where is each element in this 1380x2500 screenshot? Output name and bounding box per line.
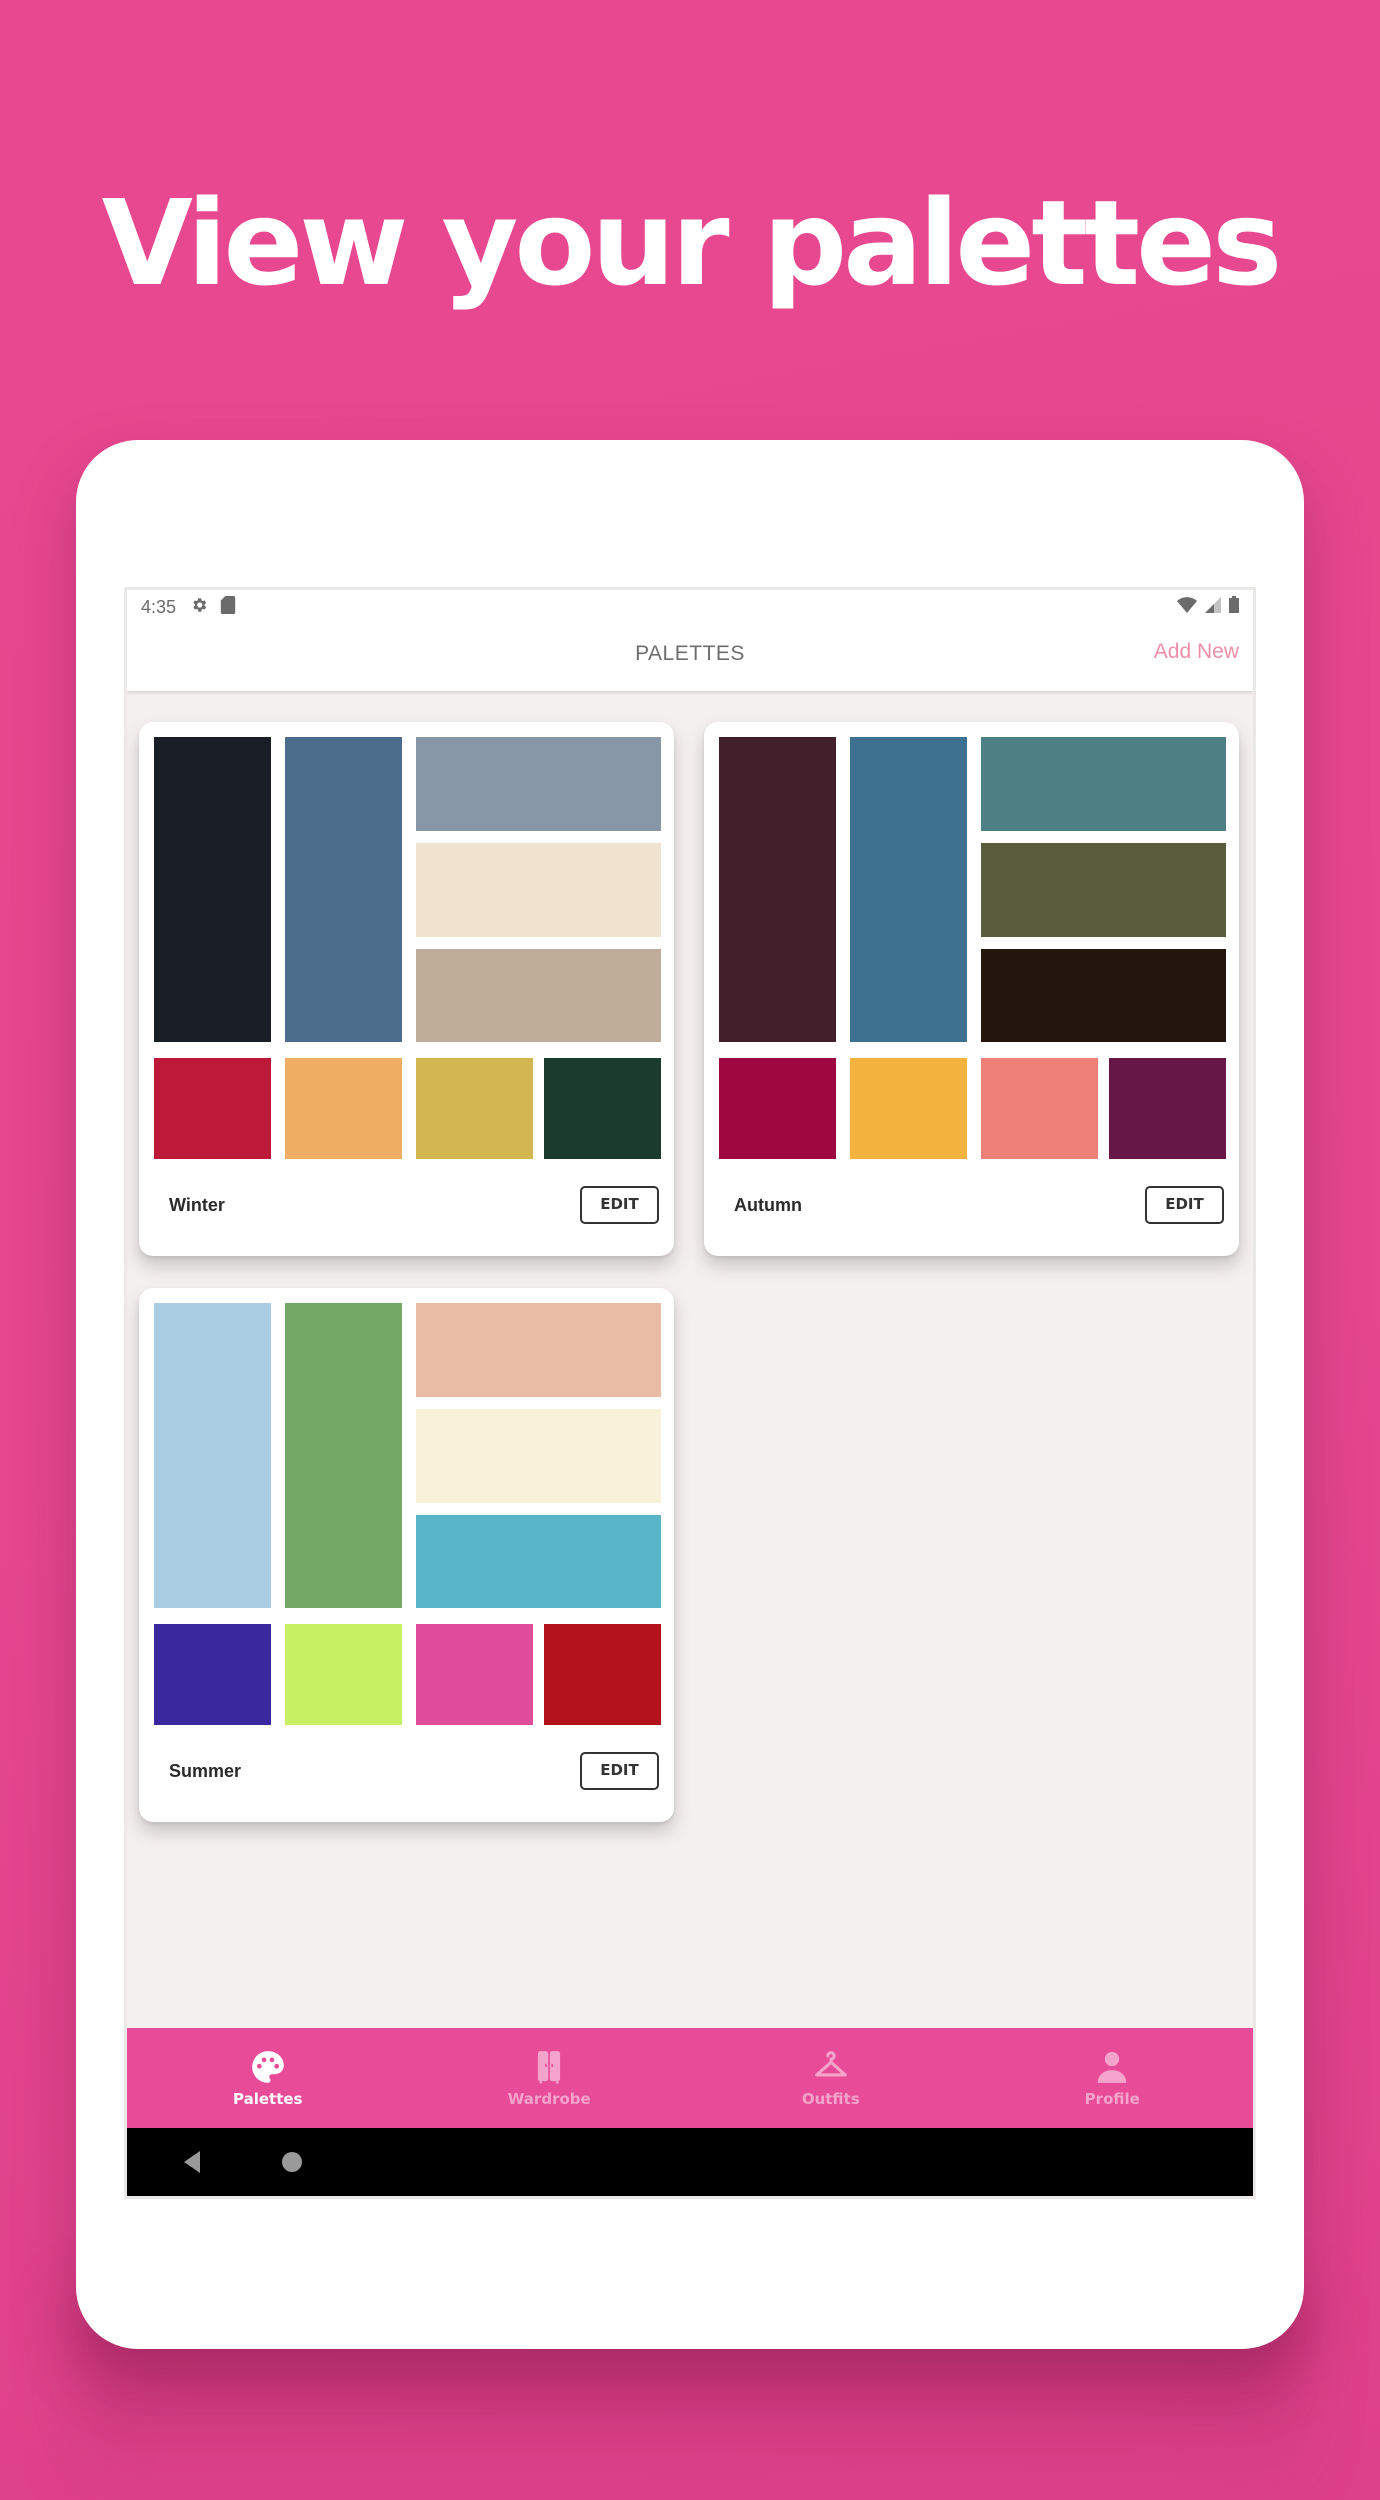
wardrobe-icon — [538, 2051, 561, 2084]
palette-card[interactable]: Winter EDIT — [139, 722, 674, 1256]
edit-palette-button[interactable]: EDIT — [580, 1752, 659, 1790]
color-swatch-stacked — [416, 843, 661, 937]
color-swatch-small — [544, 1624, 661, 1725]
edit-palette-button[interactable]: EDIT — [1145, 1186, 1224, 1224]
wifi-icon — [1177, 596, 1197, 618]
status-right-icons — [1177, 596, 1239, 618]
signal-icon — [1205, 596, 1221, 618]
nav-label-profile: Profile — [1084, 2090, 1140, 2108]
color-swatch-tall — [154, 1303, 271, 1608]
color-swatch-small — [416, 1058, 533, 1159]
top-bar: 4:35 PALETTES Add New — [127, 590, 1253, 691]
color-swatch-tall — [154, 737, 271, 1042]
system-nav-bar — [127, 2128, 1253, 2196]
nav-tab-outfits[interactable]: Outfits — [690, 2028, 972, 2128]
status-bar: 4:35 — [127, 590, 1253, 624]
color-swatch-small — [285, 1624, 402, 1725]
color-swatch-stacked — [981, 843, 1226, 937]
color-swatch-tall — [719, 737, 836, 1042]
color-swatch-stacked — [981, 737, 1226, 831]
color-swatch-tall — [850, 737, 967, 1042]
hanger-icon — [814, 2051, 847, 2077]
palette-name: Summer — [169, 1761, 242, 1781]
color-swatch-small — [544, 1058, 661, 1159]
sd-card-icon — [220, 595, 236, 619]
color-swatch-stacked — [416, 1409, 661, 1503]
color-swatch-stacked — [416, 737, 661, 831]
nav-label-palettes: Palettes — [233, 2090, 303, 2108]
back-icon[interactable] — [184, 2151, 200, 2173]
nav-tab-palettes[interactable]: Palettes — [127, 2028, 409, 2128]
person-icon — [1098, 2051, 1127, 2083]
add-new-button[interactable]: Add New — [1154, 640, 1239, 664]
battery-icon — [1229, 596, 1239, 618]
color-swatch-small — [719, 1058, 836, 1159]
color-swatch-tall — [285, 1303, 402, 1608]
bottom-nav: Palettes Wardrobe Outfits Profile — [127, 2028, 1253, 2128]
color-swatch-small — [850, 1058, 967, 1159]
color-swatch-tall — [285, 737, 402, 1042]
gear-icon — [190, 596, 208, 619]
color-swatch-stacked — [416, 949, 661, 1042]
device-screen: 4:35 PALETTES Add New Winter EDIT Autumn… — [124, 587, 1256, 2199]
nav-tab-profile[interactable]: Profile — [972, 2028, 1254, 2128]
color-swatch-small — [154, 1624, 271, 1725]
nav-tab-wardrobe[interactable]: Wardrobe — [409, 2028, 691, 2128]
color-swatch-small — [154, 1058, 271, 1159]
headline: View your palettes — [101, 174, 1283, 312]
nav-label-wardrobe: Wardrobe — [507, 2090, 591, 2108]
palette-card[interactable]: Autumn EDIT — [704, 722, 1239, 1256]
palette-name: Autumn — [734, 1195, 802, 1215]
color-swatch-small — [416, 1624, 533, 1725]
color-swatch-stacked — [416, 1515, 661, 1608]
app-screen: 4:35 PALETTES Add New Winter EDIT Autumn… — [127, 590, 1253, 2196]
palette-card[interactable]: Summer EDIT — [139, 1288, 674, 1822]
color-swatch-small — [981, 1058, 1098, 1159]
edit-palette-button[interactable]: EDIT — [580, 1186, 659, 1224]
color-swatch-stacked — [416, 1303, 661, 1397]
color-swatch-small — [285, 1058, 402, 1159]
color-swatch-stacked — [981, 949, 1226, 1042]
palette-icon — [251, 2051, 284, 2083]
home-icon[interactable] — [282, 2152, 302, 2172]
nav-label-outfits: Outfits — [801, 2090, 860, 2108]
palette-name: Winter — [169, 1195, 225, 1215]
page-title: PALETTES — [635, 642, 745, 665]
status-time: 4:35 — [141, 596, 177, 617]
color-swatch-small — [1109, 1058, 1226, 1159]
